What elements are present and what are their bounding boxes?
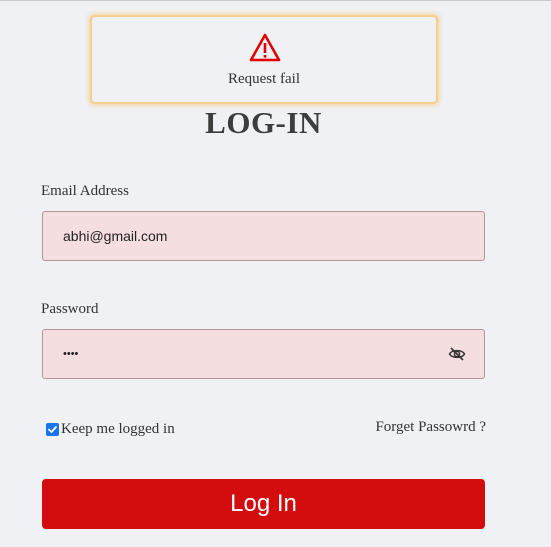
email-field-wrapper <box>42 211 485 261</box>
remember-me-label: Keep me logged in <box>61 421 175 437</box>
password-field-wrapper <box>42 329 485 379</box>
top-divider <box>0 0 551 1</box>
email-label: Email Address <box>41 183 129 199</box>
warning-triangle-icon <box>249 33 281 62</box>
forgot-password-link[interactable]: Forget Passowrd ? <box>375 419 486 436</box>
error-toast: Request fail <box>90 15 438 104</box>
page-title: LOG-IN <box>205 105 322 140</box>
eye-slash-icon[interactable] <box>448 345 466 363</box>
login-button[interactable]: Log In <box>42 479 485 529</box>
remember-me: Keep me logged in <box>46 421 175 438</box>
password-label: Password <box>41 301 99 317</box>
toast-message: Request fail <box>227 71 301 87</box>
email-field[interactable] <box>63 212 443 260</box>
checkmark-icon <box>48 426 57 433</box>
password-field[interactable] <box>63 330 443 378</box>
remember-me-checkbox[interactable] <box>46 423 59 436</box>
